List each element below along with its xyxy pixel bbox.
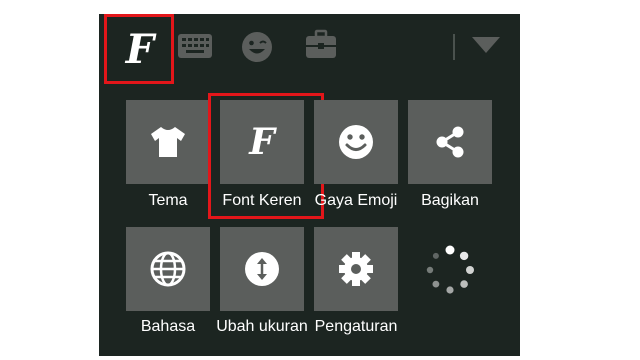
tshirt-icon [151,127,185,157]
share-icon [436,126,464,158]
gear-icon [339,252,373,286]
smiley-icon [339,125,373,159]
globe-icon [150,251,186,287]
theme-button[interactable] [126,100,210,184]
language-button[interactable] [126,227,210,311]
emoji-tab-button[interactable] [238,28,276,66]
keyboard-icon [178,34,212,58]
emoji-style-button[interactable] [314,100,398,184]
cool-font-button[interactable]: F [220,100,304,184]
collapse-button[interactable] [466,30,506,60]
font-tab-button[interactable]: F [107,17,173,83]
tools-tab-button[interactable] [301,26,341,64]
settings-label: Pengaturan [314,318,398,335]
briefcase-icon [306,29,336,58]
resize-button[interactable] [220,227,304,311]
loading-spinner [420,240,480,300]
collapse-triangle-icon [472,37,500,53]
resize-icon [245,252,279,286]
toolbar-divider [453,34,455,60]
loading-spinner-icon [426,245,474,294]
font-icon: F [249,121,275,163]
share-label: Bagikan [421,192,479,209]
share-button[interactable] [408,100,492,184]
settings-button[interactable] [314,227,398,311]
keyboard-tab-button[interactable] [176,28,214,64]
font-icon: F [125,26,155,73]
emoji-icon [242,32,272,62]
